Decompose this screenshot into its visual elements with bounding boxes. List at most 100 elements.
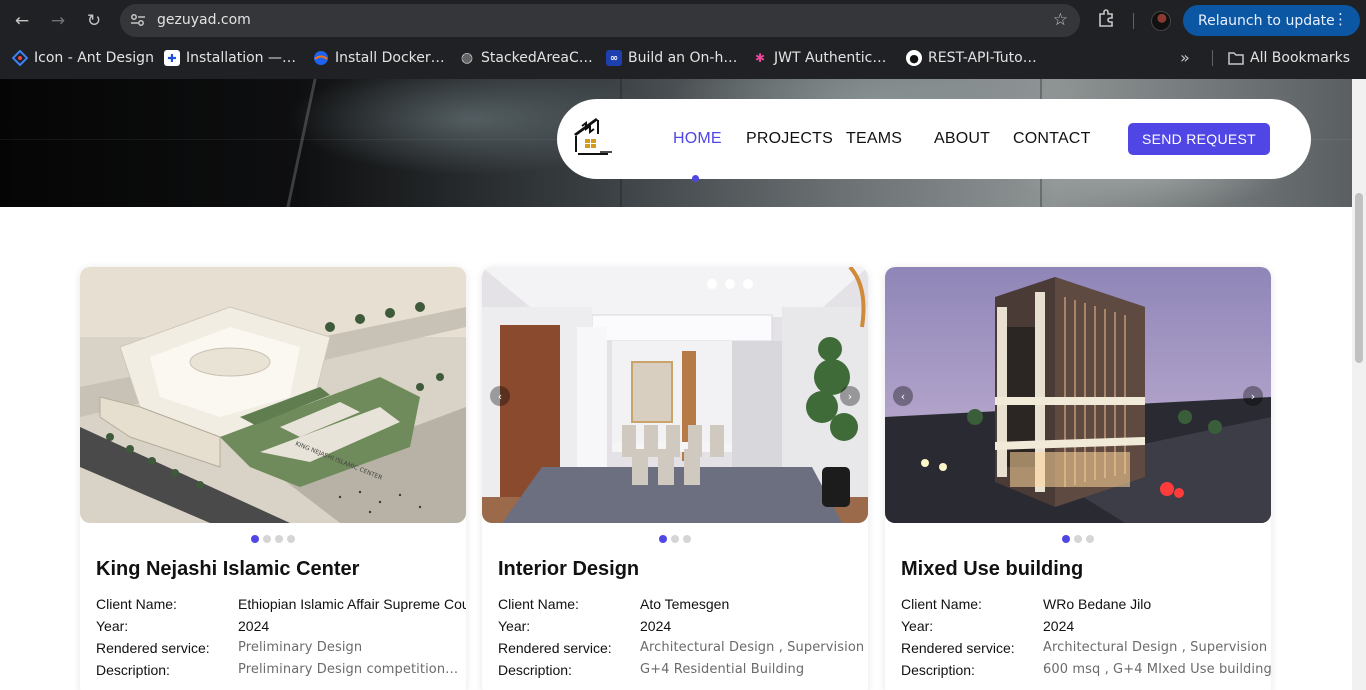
send-request-button[interactable]: SEND REQUEST	[1128, 123, 1270, 155]
carousel-next-icon[interactable]: ›	[840, 386, 860, 406]
bookmark-item[interactable]: ✱ JWT Authentic…	[752, 49, 886, 67]
client-row: Client Name: Ato Temesgen	[498, 596, 868, 614]
bookmark-item[interactable]: ◍ StackedAreaC…	[459, 49, 593, 67]
all-bookmarks-label: All Bookmarks	[1250, 50, 1351, 66]
project-image[interactable]: KING NEJASHI ISLAMIC CENTER	[80, 267, 466, 523]
slide-dot-active[interactable]	[1062, 535, 1070, 543]
slide-dot-active[interactable]	[659, 535, 667, 543]
project-title: King Nejashi Islamic Center	[96, 558, 360, 580]
service-value: Architectural Design , Supervision	[1043, 640, 1268, 655]
kebab-menu-icon[interactable]: ⋮	[1333, 10, 1348, 28]
docker-icon	[313, 50, 329, 66]
year-row: Year: 2024	[96, 618, 466, 636]
bookmark-label: JWT Authentic…	[774, 50, 887, 66]
project-card[interactable]: ‹ › Mixed Use building Client Name: WRo …	[885, 267, 1271, 690]
slide-dot[interactable]	[275, 535, 283, 543]
description-label: Description:	[901, 662, 975, 678]
nav-projects[interactable]: PROJECTS	[746, 130, 833, 148]
page-scrollbar[interactable]	[1352, 79, 1366, 690]
service-row: Rendered service: Preliminary Design	[96, 640, 466, 658]
slide-dot[interactable]	[683, 535, 691, 543]
description-value: G+4 Residential Building	[640, 662, 805, 677]
nav-home[interactable]: HOME	[673, 130, 722, 148]
profile-avatar[interactable]	[1151, 11, 1171, 31]
carousel-prev-icon[interactable]: ‹	[490, 386, 510, 406]
folder-icon	[1228, 50, 1244, 66]
bookmark-item[interactable]: Icon - Ant Design	[12, 49, 154, 67]
project-card[interactable]: ‹ › Interior Design Client Name: Ato Tem…	[482, 267, 868, 690]
carousel-next-icon[interactable]: ›	[1243, 386, 1263, 406]
jwt-icon: ✱	[754, 51, 766, 65]
company-logo[interactable]	[568, 112, 616, 160]
all-bookmarks[interactable]: All Bookmarks	[1228, 49, 1350, 67]
client-label: Client Name:	[498, 596, 579, 612]
slide-dot[interactable]	[1086, 535, 1094, 543]
github-icon: ●	[906, 50, 922, 66]
client-value: WRo Bedane Jilo	[1043, 596, 1152, 612]
relaunch-button[interactable]: Relaunch to update ⋮	[1183, 5, 1360, 36]
bookmarks-bar: Icon - Ant Design ✚ Installation —… Inst…	[0, 41, 1366, 75]
description-value: 600 msq , G+4 MIxed Use building	[1043, 662, 1271, 677]
year-label: Year:	[901, 618, 934, 634]
globe-icon: ◍	[460, 50, 474, 66]
nav-teams[interactable]: TEAMS	[846, 130, 902, 148]
ant-design-icon	[12, 50, 28, 66]
url-text[interactable]: gezuyad.com	[157, 12, 251, 28]
back-icon[interactable]: ←	[9, 8, 35, 34]
year-row: Year: 2024	[901, 618, 1271, 636]
description-row: Description: Preliminary Design competit…	[96, 662, 466, 680]
bookmark-item[interactable]: ● REST-API-Tuto…	[906, 49, 1037, 67]
scrollbar-thumb[interactable]	[1355, 193, 1363, 363]
bookmarks-overflow-icon[interactable]: »	[1180, 48, 1190, 67]
slide-dot[interactable]	[1074, 535, 1082, 543]
nav-about[interactable]: ABOUT	[934, 130, 990, 148]
browser-chrome: ← → ↻ gezuyad.com ☆ Relaunch to update ⋮…	[0, 0, 1366, 79]
client-label: Client Name:	[901, 596, 982, 612]
bookmark-label: Installation —…	[186, 50, 296, 66]
bookmark-item[interactable]: ∞ Build an On-h…	[606, 49, 737, 67]
forward-icon[interactable]: →	[45, 8, 71, 34]
slide-dot[interactable]	[263, 535, 271, 543]
slide-indicator[interactable]	[659, 535, 691, 543]
browser-toolbar: ← → ↻ gezuyad.com ☆ Relaunch to update ⋮	[0, 0, 1366, 41]
bookmark-item[interactable]: ✚ Installation —…	[164, 49, 296, 67]
relaunch-label: Relaunch to update	[1198, 12, 1335, 29]
project-card[interactable]: KING NEJASHI ISLAMIC CENTER King Nejashi…	[80, 267, 466, 690]
bookmark-item[interactable]: Install Docker…	[313, 49, 445, 67]
site-settings-icon[interactable]	[128, 10, 148, 30]
slide-indicator[interactable]	[251, 535, 295, 543]
slide-indicator[interactable]	[1062, 535, 1094, 543]
bookmark-label: REST-API-Tuto…	[928, 50, 1037, 66]
slide-dot[interactable]	[671, 535, 679, 543]
service-row: Rendered service: Architectural Design ,…	[498, 640, 868, 658]
year-value: 2024	[1043, 618, 1075, 634]
address-bar[interactable]: gezuyad.com ☆	[120, 4, 1080, 37]
service-label: Rendered service:	[498, 640, 612, 656]
service-label: Rendered service:	[901, 640, 1015, 656]
client-label: Client Name:	[96, 596, 177, 612]
carousel-prev-icon[interactable]: ‹	[893, 386, 913, 406]
infinity-icon: ∞	[606, 50, 622, 66]
description-row: Description: 600 msq , G+4 MIxed Use bui…	[901, 662, 1271, 680]
description-value: Preliminary Design competition…	[238, 662, 459, 677]
slide-dot-active[interactable]	[251, 535, 259, 543]
docs-icon: ✚	[164, 50, 180, 66]
project-image[interactable]	[885, 267, 1271, 523]
project-image[interactable]	[482, 267, 868, 523]
description-label: Description:	[96, 662, 170, 678]
slide-dot[interactable]	[287, 535, 295, 543]
client-value: Ato Temesgen	[640, 596, 730, 612]
project-title: Interior Design	[498, 558, 640, 580]
year-label: Year:	[498, 618, 531, 634]
bookmark-label: Install Docker…	[335, 50, 445, 66]
year-value: 2024	[238, 618, 270, 634]
service-value: Preliminary Design	[238, 640, 363, 655]
toolbar-divider	[1133, 13, 1134, 29]
reload-icon[interactable]: ↻	[81, 8, 107, 34]
service-label: Rendered service:	[96, 640, 210, 656]
extensions-icon[interactable]	[1097, 9, 1117, 29]
client-row: Client Name: Ethiopian Islamic Affair Su…	[96, 596, 466, 614]
bookmark-label: StackedAreaC…	[481, 50, 593, 66]
nav-contact[interactable]: CONTACT	[1013, 130, 1091, 148]
bookmark-star-icon[interactable]: ☆	[1053, 10, 1068, 30]
